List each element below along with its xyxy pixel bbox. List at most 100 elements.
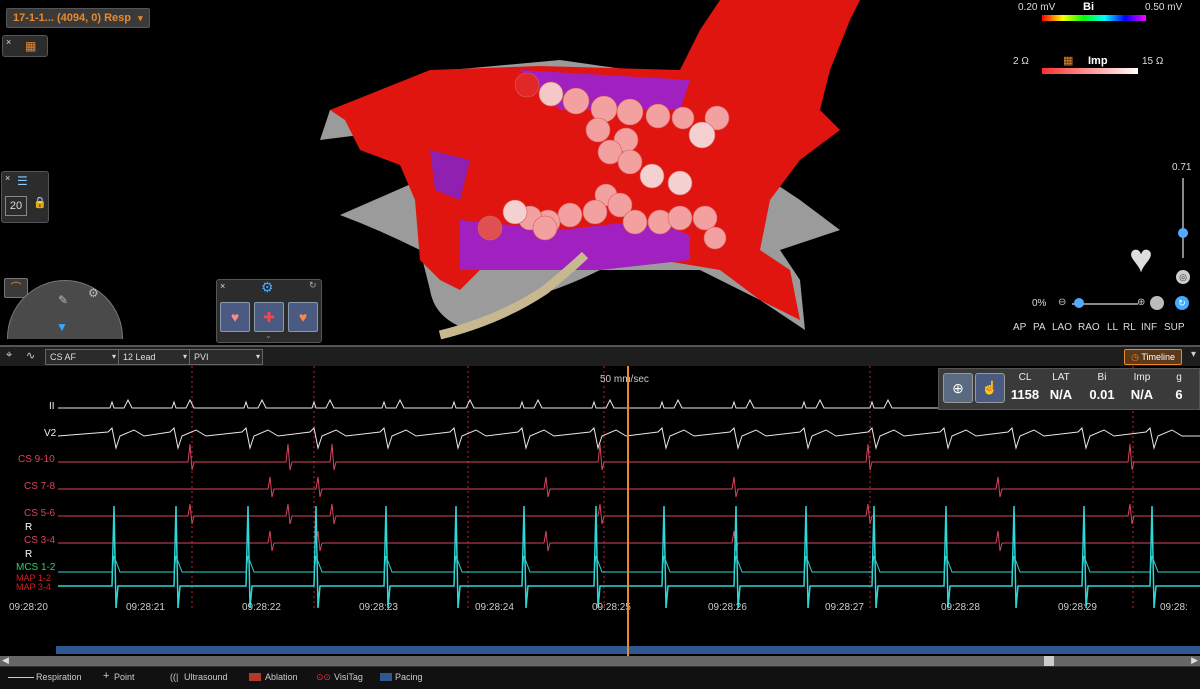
measurement-panel: ⊕ ☝ CL LAT Bi Imp g 1158 N/A 0.01 N/A 6	[938, 368, 1200, 410]
minus-icon[interactable]: ⊖	[1058, 297, 1066, 308]
legend-bar: Respiration + Point ((| Ultrasound Ablat…	[0, 666, 1200, 689]
respiration-line-icon	[8, 677, 34, 678]
visitag-icon: ⊙⊙	[316, 672, 332, 682]
plus-icon[interactable]: ⊕	[1137, 297, 1145, 308]
stat-value: 6	[1175, 387, 1183, 402]
sphere-icon[interactable]	[1150, 296, 1164, 310]
scroll-thumb[interactable]	[1044, 656, 1054, 666]
channel-label: R	[25, 522, 33, 533]
pin-tool-button[interactable]: ✚	[254, 302, 284, 332]
tag-count[interactable]: 20	[5, 196, 27, 216]
trace-v2	[57, 426, 1200, 450]
transparency-thumb[interactable]	[1074, 298, 1084, 308]
bi-max-label: 0.50 mV	[1145, 2, 1183, 13]
catheter-icon[interactable]: ✎	[58, 293, 68, 307]
study-value: PVI	[194, 352, 209, 362]
layers-panel[interactable]: × ▦	[2, 35, 48, 57]
bi-color-scale	[1042, 15, 1146, 21]
map-viewer[interactable]: 17-1-1... (4094, 0) Resp ▾ × ▦ × ☰ 20 🔒 …	[0, 0, 1200, 345]
close-icon[interactable]: ×	[5, 173, 10, 183]
channel-label: CS 3-4	[24, 535, 56, 546]
close-icon[interactable]: ×	[6, 37, 11, 47]
timeline-button[interactable]: ◷ Timeline	[1124, 349, 1182, 365]
stat-header: g	[1176, 372, 1182, 383]
reset-view-icon[interactable]: ◎	[1176, 270, 1190, 284]
heart-orientation-icon[interactable]: ♥	[1120, 233, 1162, 285]
time-label: 09:28:26	[708, 602, 747, 613]
channel-group-select[interactable]: CS AF ▾	[45, 349, 119, 365]
legend-point: Point	[114, 672, 135, 682]
view-rl[interactable]: RL	[1123, 322, 1136, 333]
zoom-slider-thumb[interactable]	[1178, 228, 1188, 238]
trace-map	[58, 505, 1200, 609]
channel-label: R	[25, 549, 33, 560]
scroll-right-icon[interactable]: ▶	[1191, 655, 1198, 666]
chevron-down-icon: ▾	[182, 352, 187, 361]
view-pa[interactable]: PA	[1033, 322, 1046, 333]
dial-down-icon[interactable]: ▼	[56, 320, 68, 334]
signals-toolbar: ⌖ ∿ CS AF ▾ 12 Lead ▾ PVI ▾ ◷ Timeline ▾	[0, 345, 1200, 367]
timeline-scroller[interactable]: ◀ ▶	[0, 616, 1200, 666]
view-rao[interactable]: RAO	[1078, 322, 1100, 333]
trace-cs	[58, 503, 1200, 525]
channel-label: CS 5-6	[24, 508, 56, 519]
view-ll[interactable]: LL	[1107, 322, 1118, 333]
chevron-down-icon[interactable]: ⌄	[265, 331, 272, 340]
tags-panel[interactable]: × ☰ 20 🔒	[1, 171, 49, 223]
zoom-slider[interactable]	[1182, 178, 1184, 258]
legend-pacing: Pacing	[395, 672, 423, 682]
tools-panel[interactable]: × ⚙ ↻ ♥ ✚ ♥ ⌄	[216, 279, 322, 343]
time-label: 09:28:21	[126, 602, 165, 613]
lead-select[interactable]: 12 Lead ▾	[118, 349, 190, 365]
pacing-swatch	[380, 673, 392, 681]
trace-cs	[58, 443, 1200, 471]
channel-label: CS 9-10	[18, 454, 55, 465]
scroll-left-icon[interactable]: ◀	[2, 655, 9, 666]
map-title-dropdown[interactable]: 17-1-1... (4094, 0) Resp ▾	[6, 8, 150, 28]
view-inf[interactable]: INF	[1141, 322, 1157, 333]
view-ap[interactable]: AP	[1013, 322, 1026, 333]
study-select[interactable]: PVI ▾	[189, 349, 263, 365]
legend-ultrasound: Ultrasound	[184, 672, 228, 682]
stat-header: Imp	[1133, 372, 1151, 383]
trace-cs	[58, 476, 1200, 498]
view-sup[interactable]: SUP	[1164, 322, 1185, 333]
stat-header: CL	[1018, 372, 1032, 383]
anatomy-map-canvas[interactable]	[0, 0, 1200, 345]
ablation-swatch	[249, 673, 261, 681]
lock-icon[interactable]: 🔒	[33, 196, 47, 209]
gear-icon[interactable]: ⚙	[88, 286, 99, 300]
waveform-icon[interactable]: ∿	[26, 349, 35, 362]
select-point-icon[interactable]: ☝	[975, 373, 1005, 403]
stat-header: LAT	[1052, 372, 1070, 383]
rotate-icon[interactable]: ↻	[1175, 296, 1189, 310]
time-cursor[interactable]	[627, 366, 629, 656]
legend-ablation: Ablation	[265, 672, 298, 682]
time-label: 09:28:24	[475, 602, 514, 613]
time-label: 09:28:	[1160, 602, 1188, 613]
close-icon[interactable]: ×	[220, 281, 225, 291]
lead-value: 12 Lead	[123, 352, 156, 362]
map-tool-button[interactable]: ♥	[288, 302, 318, 332]
stat-value: 0.01	[1089, 387, 1115, 402]
heart-tool-button[interactable]: ♥	[220, 302, 250, 332]
refresh-icon[interactable]: ↻	[309, 280, 317, 291]
horizontal-scrollbar[interactable]	[0, 656, 1200, 666]
imp-legend-name: Imp	[1088, 55, 1108, 67]
time-label: 09:28:20	[9, 602, 48, 613]
trace-cs	[58, 530, 1200, 552]
trace-map-2	[58, 555, 1200, 573]
settings-icon[interactable]: ⚙	[261, 279, 274, 296]
chevron-down-icon: ▾	[255, 352, 260, 361]
bi-legend-name: Bi	[1083, 1, 1094, 13]
legend-visitag: VisiTag	[334, 672, 363, 682]
pin-icon[interactable]: ⌖	[6, 349, 12, 362]
time-label: 09:28:22	[242, 602, 281, 613]
chevron-down-icon[interactable]: ▾	[1191, 349, 1196, 360]
view-lao[interactable]: LAO	[1052, 322, 1072, 333]
stat-value: N/A	[1049, 387, 1073, 402]
grid-icon: ▦	[25, 39, 37, 53]
time-label: 09:28:29	[1058, 602, 1097, 613]
point-icon: +	[103, 670, 110, 682]
crosshair-icon[interactable]: ⊕	[943, 373, 973, 403]
